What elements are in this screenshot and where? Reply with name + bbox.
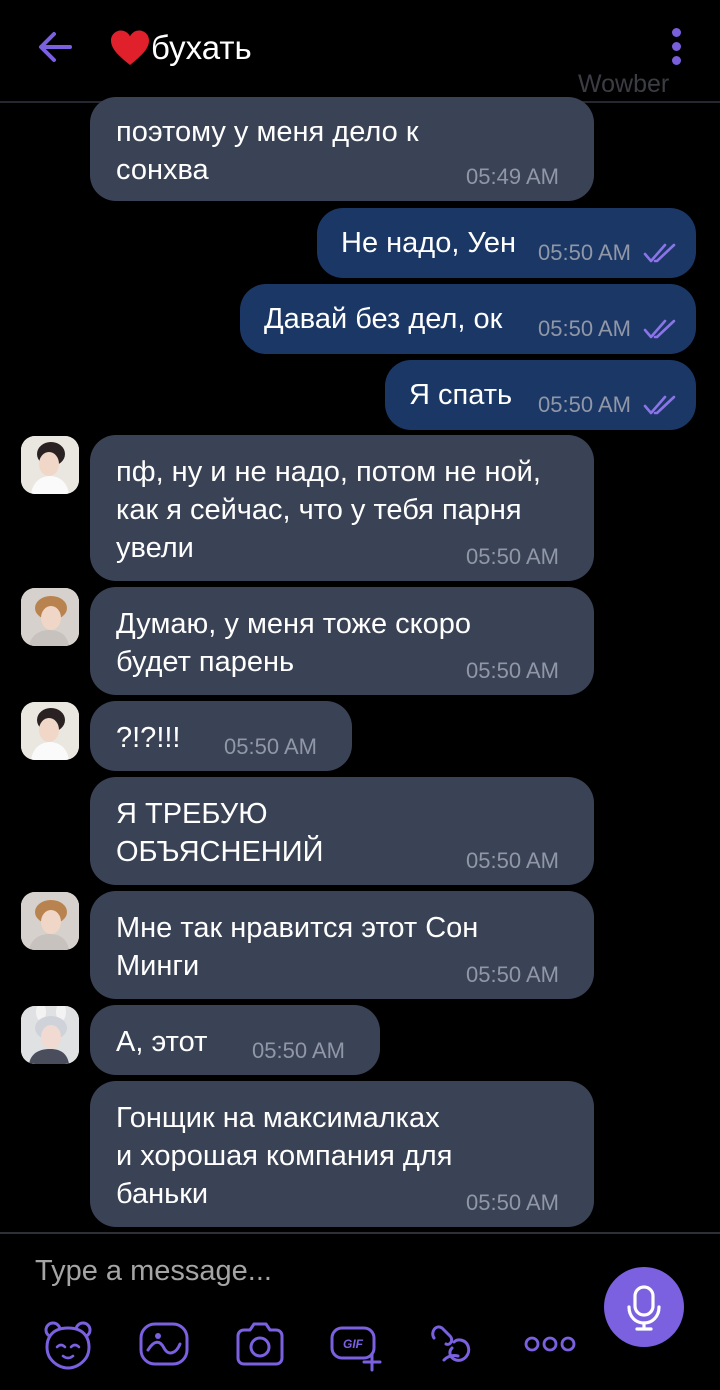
message-text: Думаю, у меня тоже скоро будет парень xyxy=(116,608,472,678)
message-time: 05:50 AM xyxy=(466,848,559,873)
message-bubble-outgoing[interactable]: Я спать 05:50 AM xyxy=(385,360,696,430)
gif-icon[interactable]: GIF xyxy=(328,1316,384,1372)
link-icon[interactable] xyxy=(424,1316,480,1372)
sticker-icon[interactable] xyxy=(40,1316,96,1372)
message-bubble-incoming[interactable]: Гонщик на максималках и хорошая компания… xyxy=(90,1081,594,1227)
message-bubble-incoming[interactable]: А, этот 05:50 AM xyxy=(90,1005,380,1075)
message-bubble-outgoing[interactable]: Не надо, Уен 05:50 AM xyxy=(317,208,696,278)
message-text: Я ТРЕБУЮ ОБЪЯСНЕНИЙ xyxy=(116,798,324,868)
message-time: 05:50 AM xyxy=(466,1190,559,1215)
message-bubble-incoming[interactable]: Думаю, у меня тоже скоро будет парень 05… xyxy=(90,587,594,695)
avatar[interactable] xyxy=(21,588,79,646)
message-bubble-incoming[interactable]: пф, ну и не надо, потом не ной, как я се… xyxy=(90,435,594,581)
avatar[interactable] xyxy=(21,1006,79,1064)
svg-text:GIF: GIF xyxy=(343,1337,364,1351)
more-options-icon[interactable] xyxy=(522,1316,578,1372)
message-bubble-incoming[interactable]: Мне так нравится этот Сон Минги 05:50 AM xyxy=(90,891,594,999)
chat-title[interactable]: бухать xyxy=(151,27,252,69)
read-checkmarks-icon xyxy=(643,395,676,415)
message-bubble-incoming[interactable]: Я ТРЕБУЮ ОБЪЯСНЕНИЙ 05:50 AM xyxy=(90,777,594,885)
message-time: 05:50 AM xyxy=(538,392,631,417)
more-menu-icon[interactable] xyxy=(664,28,688,70)
message-time: 05:50 AM xyxy=(466,962,559,987)
message-bubble-incoming[interactable]: ?!?!!! 05:50 AM xyxy=(90,701,352,771)
message-time: 05:50 AM xyxy=(466,544,559,569)
message-time: 05:50 AM xyxy=(466,658,559,683)
message-time: 05:50 AM xyxy=(538,316,631,341)
message-time: 05:49 AM xyxy=(466,164,559,189)
message-time: 05:50 AM xyxy=(252,1038,345,1063)
heart-emoji-icon xyxy=(111,30,149,65)
message-text: поэтому у меня дело к сонхва xyxy=(116,116,419,186)
message-bubble-outgoing[interactable]: Давай без дел, ок 05:50 AM xyxy=(240,284,696,354)
camera-icon[interactable] xyxy=(232,1316,288,1372)
message-text: Я спать xyxy=(409,379,513,411)
avatar[interactable] xyxy=(21,892,79,950)
message-text: ?!?!!! xyxy=(116,722,181,754)
microphone-icon xyxy=(627,1285,661,1331)
message-input[interactable] xyxy=(20,1246,620,1296)
message-bubble-incoming[interactable]: поэтому у меня дело к сонхва 05:49 AM xyxy=(90,97,594,201)
message-time: 05:50 AM xyxy=(538,240,631,265)
message-text: А, этот xyxy=(116,1026,208,1058)
watermark: Wowber xyxy=(578,70,670,98)
message-time: 05:50 AM xyxy=(224,734,317,759)
microphone-button[interactable] xyxy=(604,1267,684,1347)
read-checkmarks-icon xyxy=(643,319,676,339)
avatar[interactable] xyxy=(21,436,79,494)
avatar[interactable] xyxy=(21,702,79,760)
message-text: Давай без дел, ок xyxy=(264,303,503,335)
doodle-icon[interactable] xyxy=(136,1316,192,1372)
read-checkmarks-icon xyxy=(643,243,676,263)
back-arrow-icon[interactable] xyxy=(34,26,76,68)
message-text: Не надо, Уен xyxy=(341,227,517,259)
chat-header: бухать Wowber xyxy=(0,0,720,101)
message-text: Мне так нравится этот Сон Минги xyxy=(116,912,479,982)
message-text: Гонщик на максималках и хорошая компания… xyxy=(116,1102,453,1210)
